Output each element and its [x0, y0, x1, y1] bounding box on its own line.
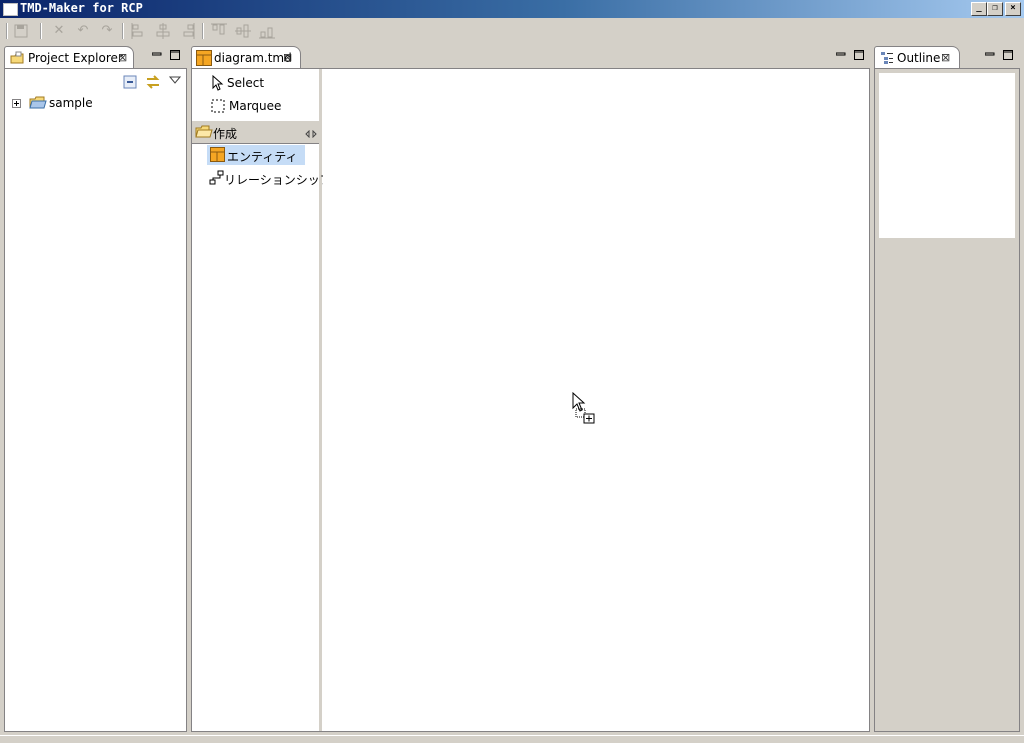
main-toolbar: ✕ ↶ ↷: [0, 18, 1024, 44]
tab-label: Project Explorer: [28, 51, 123, 65]
minimize-view-icon[interactable]: [835, 50, 846, 60]
tab-label: Outline: [897, 51, 941, 65]
app-icon: [3, 3, 18, 16]
close-tab-icon[interactable]: ⊠: [118, 51, 127, 64]
close-tab-icon[interactable]: ⊠: [941, 51, 950, 64]
redo-icon[interactable]: ↷: [98, 22, 116, 40]
outline-icon: [880, 51, 894, 68]
open-folder-icon: [195, 125, 213, 142]
expand-icon[interactable]: [12, 98, 22, 112]
align-middle-icon[interactable]: [234, 22, 252, 40]
maximize-view-icon[interactable]: [854, 50, 864, 60]
tool-label: Marquee: [229, 99, 282, 113]
marquee-icon: [211, 99, 226, 117]
maximize-view-icon[interactable]: [1003, 50, 1013, 60]
align-bottom-icon[interactable]: [258, 22, 276, 40]
palette-marquee-tool[interactable]: Marquee: [208, 96, 298, 116]
tab-project-explorer[interactable]: Project Explorer ⊠: [4, 46, 134, 68]
close-button[interactable]: ×: [1005, 2, 1021, 16]
project-explorer-view: Project Explorer ⊠ sample: [4, 46, 187, 732]
undo-icon[interactable]: ↶: [74, 22, 92, 40]
toolbar-separator: [40, 23, 42, 39]
tab-label: diagram.tmd: [214, 51, 292, 65]
restore-button[interactable]: ❐: [987, 2, 1003, 16]
tool-label: リレーションシップ: [224, 173, 332, 187]
pin-drawer-icon[interactable]: [305, 127, 317, 141]
align-center-icon[interactable]: [154, 22, 172, 40]
minimize-view-icon[interactable]: [151, 50, 162, 60]
align-left-icon[interactable]: [130, 22, 148, 40]
collapse-all-icon[interactable]: [122, 74, 138, 93]
link-with-editor-icon[interactable]: [144, 73, 162, 94]
tree-item[interactable]: sample: [12, 96, 132, 112]
close-tab-icon[interactable]: ⊠: [283, 51, 292, 64]
palette-entity-tool[interactable]: エンティティ: [207, 145, 305, 165]
minimize-view-icon[interactable]: [984, 50, 995, 60]
align-top-icon[interactable]: [210, 22, 228, 40]
entity-icon: [210, 147, 226, 166]
palette-select-tool[interactable]: Select: [208, 73, 298, 93]
view-menu-icon[interactable]: [168, 74, 182, 88]
window-title-bar: TMD-Maker for RCP _ ❐ ×: [0, 0, 1024, 18]
toolbar-separator: [6, 23, 8, 39]
arrow-cursor-icon: [212, 74, 224, 94]
tree-item-label: sample: [49, 96, 93, 110]
palette-drawer-label: 作成: [213, 127, 238, 141]
project-folder-icon: [29, 96, 47, 113]
project-explorer-icon: [10, 51, 24, 68]
maximize-view-icon[interactable]: [170, 50, 180, 60]
project-explorer-body: [4, 68, 187, 732]
tab-diagram[interactable]: diagram.tmd ⊠: [191, 46, 301, 68]
outline-view: Outline ⊠: [874, 46, 1020, 732]
outline-thumbnail[interactable]: [879, 73, 1015, 238]
window-title: TMD-Maker for RCP: [20, 1, 143, 15]
relationship-icon: [209, 170, 225, 189]
tool-label: Select: [227, 76, 265, 90]
minimize-button[interactable]: _: [971, 2, 987, 16]
save-icon[interactable]: [12, 22, 30, 40]
align-right-icon[interactable]: [178, 22, 196, 40]
palette-drawer-header[interactable]: 作成: [192, 120, 319, 144]
tool-label: エンティティ: [227, 150, 298, 164]
diagram-file-icon: [196, 50, 212, 69]
toolbar-separator: [202, 23, 204, 39]
mouse-cursor-create-icon: [572, 391, 598, 429]
tab-outline[interactable]: Outline ⊠: [874, 46, 960, 68]
delete-icon[interactable]: ✕: [50, 22, 68, 40]
toolbar-separator: [122, 23, 124, 39]
palette-relationship-tool[interactable]: リレーションシップ: [207, 168, 332, 189]
